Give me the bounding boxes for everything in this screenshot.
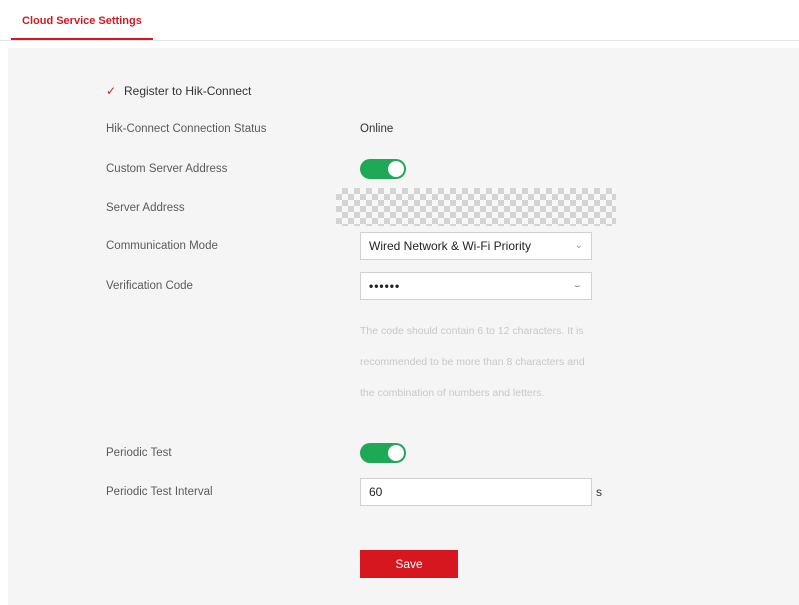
communication-mode-value: Wired Network & Wi-Fi Priority [369,239,532,253]
communication-mode-label: Communication Mode [106,240,218,252]
chevron-down-icon: ⌄ [574,240,583,251]
check-icon: ✓ [106,84,117,98]
save-button[interactable]: Save [360,550,458,578]
connection-status-label: Hik-Connect Connection Status [106,123,267,135]
verification-code-value: •••••• [369,279,401,293]
register-checkbox[interactable]: ✓ Register to Hik-Connect [106,84,251,98]
verification-code-input[interactable]: •••••• ⌣ [360,272,592,300]
periodic-interval-value: 60 [369,485,383,499]
tab-cloud-service-settings[interactable]: Cloud Service Settings [11,10,153,40]
server-address-label: Server Address [106,202,185,214]
toggle-knob [388,445,404,461]
custom-server-toggle[interactable] [360,159,406,179]
server-address-redacted [336,188,616,226]
communication-mode-select[interactable]: Wired Network & Wi-Fi Priority ⌄ [360,232,592,260]
verification-hint: The code should contain 6 to 12 characte… [360,325,585,399]
tab-bar: Cloud Service Settings [0,0,799,41]
connection-status-value: Online [360,123,394,135]
verification-code-label: Verification Code [106,280,193,292]
periodic-interval-unit: s [596,485,602,499]
toggle-knob [388,161,404,177]
eye-hidden-icon[interactable]: ⌣ [574,273,581,299]
custom-server-label: Custom Server Address [106,163,228,175]
periodic-test-label: Periodic Test [106,447,172,459]
periodic-test-toggle[interactable] [360,443,406,463]
periodic-interval-input[interactable]: 60 [360,478,592,506]
periodic-interval-label: Periodic Test Interval [106,486,213,498]
register-label: Register to Hik-Connect [124,84,252,98]
